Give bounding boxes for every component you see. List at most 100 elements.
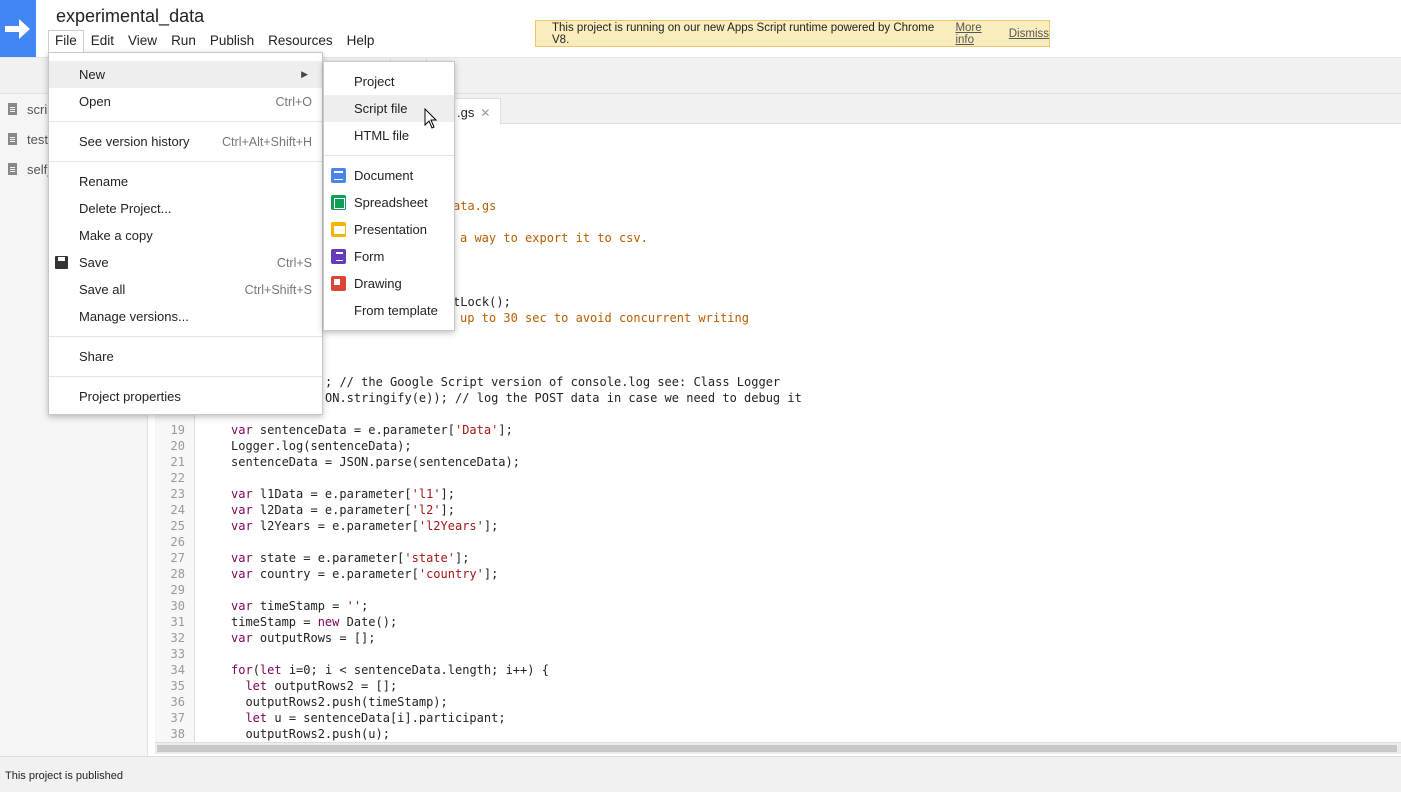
code-fragment: up to 30 sec to avoid concurrent writing: [460, 311, 749, 325]
line-number: 24: [170, 503, 185, 517]
code-line: 25 var l2Years = e.parameter['l2Years'];: [155, 518, 499, 534]
tab-label: .gs: [457, 105, 475, 120]
submenu-item-project[interactable]: Project: [324, 68, 454, 95]
menu-item-project-properties[interactable]: Project properties: [49, 383, 322, 410]
menu-item-shortcut: Ctrl+S: [276, 255, 312, 270]
menu-item-new[interactable]: New ▶: [49, 61, 322, 88]
line-number: 22: [170, 471, 185, 485]
more-info-link[interactable]: More info: [955, 22, 1002, 46]
menu-item-label: Rename: [79, 174, 129, 189]
dismiss-link[interactable]: Dismiss: [1009, 28, 1049, 40]
submenu-item-form[interactable]: Form: [324, 243, 454, 270]
submenu-item-document[interactable]: Document: [324, 162, 454, 189]
line-number: 35: [170, 679, 185, 693]
menu-item-label: From template: [354, 303, 438, 318]
code-text: outputRows2.push(u);: [231, 727, 390, 741]
menu-item-label: Manage versions...: [79, 309, 189, 324]
code-line: 34 for(let i=0; i < sentenceData.length; …: [155, 662, 549, 678]
menu-divider: [49, 376, 322, 377]
submenu-item-drawing[interactable]: Drawing: [324, 270, 454, 297]
menu-run[interactable]: Run: [164, 30, 203, 52]
submenu-item-presentation[interactable]: Presentation: [324, 216, 454, 243]
line-number: 20: [170, 439, 185, 453]
line-number: 33: [170, 647, 185, 661]
menu-item-label: Project: [354, 74, 395, 89]
code-text: let outputRows2 = [];: [245, 679, 398, 693]
menu-item-share[interactable]: Share: [49, 343, 322, 370]
project-title[interactable]: experimental_data: [56, 6, 204, 27]
menu-file[interactable]: File: [48, 30, 84, 52]
code-line: 26: [155, 534, 231, 550]
code-text: sentenceData = JSON.parse(sentenceData);: [231, 455, 520, 469]
code-fragment: tLock();: [453, 295, 511, 309]
code-line: 30 var timeStamp = '';: [155, 598, 369, 614]
scrollbar-thumb[interactable]: [157, 745, 1397, 752]
menu-item-label: Spreadsheet: [354, 195, 428, 210]
line-number: 28: [170, 567, 185, 581]
menu-item-shortcut: Ctrl+Alt+Shift+H: [222, 134, 312, 149]
line-number: 21: [170, 455, 185, 469]
menu-item-open[interactable]: Open Ctrl+O: [49, 88, 322, 115]
document-icon: [331, 168, 346, 183]
menu-item-make-copy[interactable]: Make a copy: [49, 222, 322, 249]
menu-item-label: HTML file: [354, 128, 410, 143]
menu-item-save-all[interactable]: Save all Ctrl+Shift+S: [49, 276, 322, 303]
code-text: let u = sentenceData[i].participant;: [245, 711, 506, 725]
code-text: var sentenceData = e.parameter['Data'];: [231, 423, 513, 437]
line-number: 32: [170, 631, 185, 645]
code-line: 22: [155, 470, 231, 486]
menu-item-label: Delete Project...: [79, 201, 172, 216]
menu-item-delete-project[interactable]: Delete Project...: [49, 195, 322, 222]
close-tab-icon[interactable]: ✕: [480, 106, 490, 120]
mouse-cursor-icon: [424, 108, 438, 129]
code-line: 21 sentenceData = JSON.parse(sentenceData…: [155, 454, 520, 470]
file-icon: [8, 133, 17, 145]
menu-item-version-history[interactable]: See version history Ctrl+Alt+Shift+H: [49, 128, 322, 155]
submenu-item-spreadsheet[interactable]: Spreadsheet: [324, 189, 454, 216]
menu-divider: [49, 121, 322, 122]
menu-item-label: Document: [354, 168, 414, 183]
code-line: 32 var outputRows = [];: [155, 630, 376, 646]
submenu-item-from-template[interactable]: From template: [324, 297, 454, 324]
menu-item-save[interactable]: Save Ctrl+S: [49, 249, 322, 276]
arrow-right-icon: [5, 18, 30, 39]
apps-script-logo[interactable]: [0, 0, 36, 57]
menu-help[interactable]: Help: [340, 30, 382, 52]
presentation-icon: [331, 222, 346, 237]
menu-item-manage-versions[interactable]: Manage versions...: [49, 303, 322, 330]
menu-resources[interactable]: Resources: [261, 30, 340, 52]
code-line: 37 let u = sentenceData[i].participant;: [155, 710, 506, 726]
menu-publish[interactable]: Publish: [203, 30, 261, 52]
menu-divider: [49, 336, 322, 337]
code-line: 33: [155, 646, 231, 662]
line-number: 37: [170, 711, 185, 725]
code-text: var state = e.parameter['state'];: [231, 551, 470, 565]
code-text: var timeStamp = '';: [231, 599, 369, 613]
line-number: 27: [170, 551, 185, 565]
code-text: var l2Years = e.parameter['l2Years'];: [231, 519, 499, 533]
line-number: 29: [170, 583, 185, 597]
code-line: 19 var sentenceData = e.parameter['Data']…: [155, 422, 513, 438]
menu-item-label: Project properties: [79, 389, 181, 404]
code-line: 27 var state = e.parameter['state'];: [155, 550, 470, 566]
code-line: 28 var country = e.parameter['country'];: [155, 566, 499, 582]
code-line: 31 timeStamp = new Date();: [155, 614, 398, 630]
menu-view[interactable]: View: [121, 30, 164, 52]
code-fragment: ; // the Google Script version of consol…: [325, 375, 781, 389]
menu-item-label: Presentation: [354, 222, 427, 237]
code-line: 24 var l2Data = e.parameter['l2'];: [155, 502, 455, 518]
menu-item-label: New: [79, 67, 106, 82]
line-number: 23: [170, 487, 185, 501]
tab-active-file[interactable]: .gs ✕: [448, 98, 502, 124]
code-line: 29: [155, 582, 231, 598]
code-text: for(let i=0; i < sentenceData.length; i+…: [231, 663, 549, 677]
menu-item-rename[interactable]: Rename: [49, 168, 322, 195]
banner-text: This project is running on our new Apps …: [552, 21, 935, 46]
line-number: 34: [170, 663, 185, 677]
code-fragment: ON.stringify(e)); // log the POST data i…: [325, 391, 802, 405]
menu-item-label: See version history: [79, 134, 190, 149]
menu-edit[interactable]: Edit: [84, 30, 121, 52]
save-icon: [55, 256, 68, 269]
menu-item-label: Save all: [79, 282, 126, 297]
horizontal-scrollbar[interactable]: [155, 742, 1401, 754]
